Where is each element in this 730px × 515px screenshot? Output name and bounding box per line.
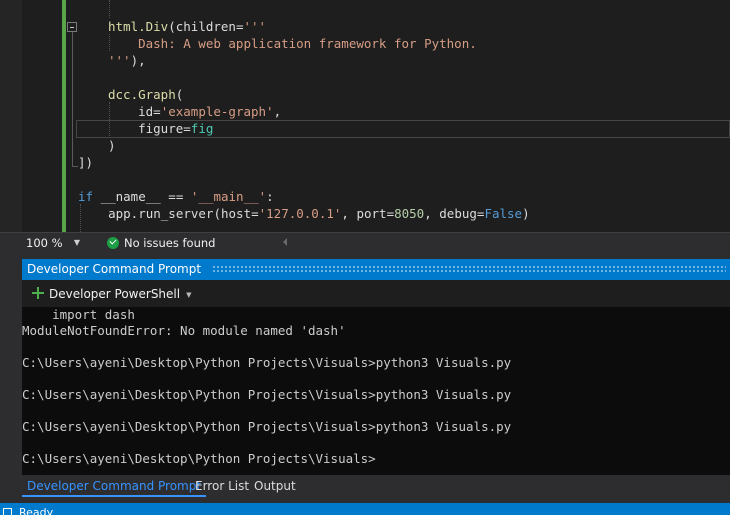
status-window-icon	[3, 508, 12, 515]
code-token: '__main__'	[190, 189, 267, 204]
code-token: ),	[130, 53, 146, 68]
code-token: ])	[78, 155, 94, 170]
terminal-line: C:\Users\ayeni\Desktop\Python Projects\V…	[22, 355, 512, 370]
code-token: app.run_server(host=	[78, 206, 259, 221]
terminal-toolbar: Developer PowerShell ▼	[22, 280, 730, 307]
tab-error-list[interactable]: Error List	[190, 475, 254, 497]
chevron-down-icon: ▼	[186, 291, 192, 299]
code-line: app.run_server(host='127.0.0.1', port=80…	[78, 205, 530, 222]
tab-output[interactable]: Output	[249, 475, 301, 497]
code-token: 8050	[394, 206, 425, 221]
panel-margin	[0, 259, 22, 475]
issues-indicator[interactable]: No issues found	[107, 234, 215, 252]
code-token: , port=	[341, 206, 395, 221]
code-line: id='example-graph',	[108, 103, 281, 120]
code-token: __name__ ==	[100, 189, 191, 204]
code-token: )	[522, 206, 530, 221]
drag-grip[interactable]	[212, 265, 726, 274]
check-circle-icon	[107, 237, 119, 249]
terminal-output[interactable]: import dash ModuleNotFoundError: No modu…	[22, 307, 730, 475]
code-line: if __name__ == '__main__':	[78, 188, 274, 205]
status-bar: Ready	[0, 503, 730, 515]
code-token: Dash: A web application framework for Py…	[108, 36, 477, 51]
new-terminal-dropdown[interactable]: Developer PowerShell ▼	[32, 285, 191, 303]
code-line: figure=fig	[108, 120, 213, 137]
code-token: , debug=	[424, 206, 485, 221]
terminal-profile-label: Developer PowerShell	[49, 287, 181, 301]
zoom-level: 100 %	[26, 236, 63, 250]
code-token: html.Div	[108, 19, 169, 34]
terminal-line: C:\Users\ayeni\Desktop\Python Projects\V…	[22, 387, 512, 402]
panel-tabs: Developer Command Prompt Error List Outp…	[0, 475, 730, 503]
code-editor[interactable]: html.Div(children=''' Dash: A web applic…	[0, 0, 730, 232]
code-token: False	[484, 206, 523, 221]
code-token: figure=	[108, 121, 191, 136]
code-line: html.Div(children='''	[108, 18, 266, 35]
code-token: dcc.Graph	[108, 87, 176, 102]
code-token: :	[266, 189, 274, 204]
terminal-line: C:\Users\ayeni\Desktop\Python Projects\V…	[22, 419, 512, 434]
code-token: )	[108, 138, 116, 153]
code-token: 'example-graph'	[160, 104, 274, 119]
terminal-line: C:\Users\ayeni\Desktop\Python Projects\V…	[22, 451, 376, 466]
editor-status-strip: 100 % ▼ No issues found	[0, 232, 730, 253]
panel-title: Developer Command Prompt	[27, 262, 208, 276]
code-line: )	[108, 137, 116, 154]
scroll-left-icon[interactable]	[283, 238, 287, 246]
code-line: dcc.Graph(	[108, 86, 183, 103]
code-token: ,	[273, 104, 282, 119]
code-lines: html.Div(children=''' Dash: A web applic…	[0, 0, 730, 232]
panel-title-bar[interactable]: Developer Command Prompt	[22, 259, 730, 280]
terminal-line: ModuleNotFoundError: No module named 'da…	[22, 323, 346, 338]
code-token: id=	[108, 104, 161, 119]
code-token: if	[78, 189, 101, 204]
plus-icon	[32, 287, 44, 299]
zoom-dropdown[interactable]: 100 % ▼	[22, 234, 84, 252]
code-line: '''),	[108, 52, 146, 69]
code-token: '''	[243, 19, 267, 34]
tab-developer-command-prompt[interactable]: Developer Command Prompt	[22, 475, 207, 497]
status-text: Ready	[19, 506, 54, 515]
code-token: fig	[190, 121, 214, 136]
code-token: '''	[108, 53, 131, 68]
code-line: ])	[78, 154, 93, 171]
code-token: '127.0.0.1'	[258, 206, 342, 221]
code-token: (	[175, 87, 184, 102]
issues-text: No issues found	[124, 236, 216, 250]
chevron-down-icon: ▼	[73, 238, 80, 247]
code-line: Dash: A web application framework for Py…	[108, 35, 477, 52]
code-token: (children=	[168, 19, 244, 34]
terminal-line: import dash	[22, 307, 135, 322]
